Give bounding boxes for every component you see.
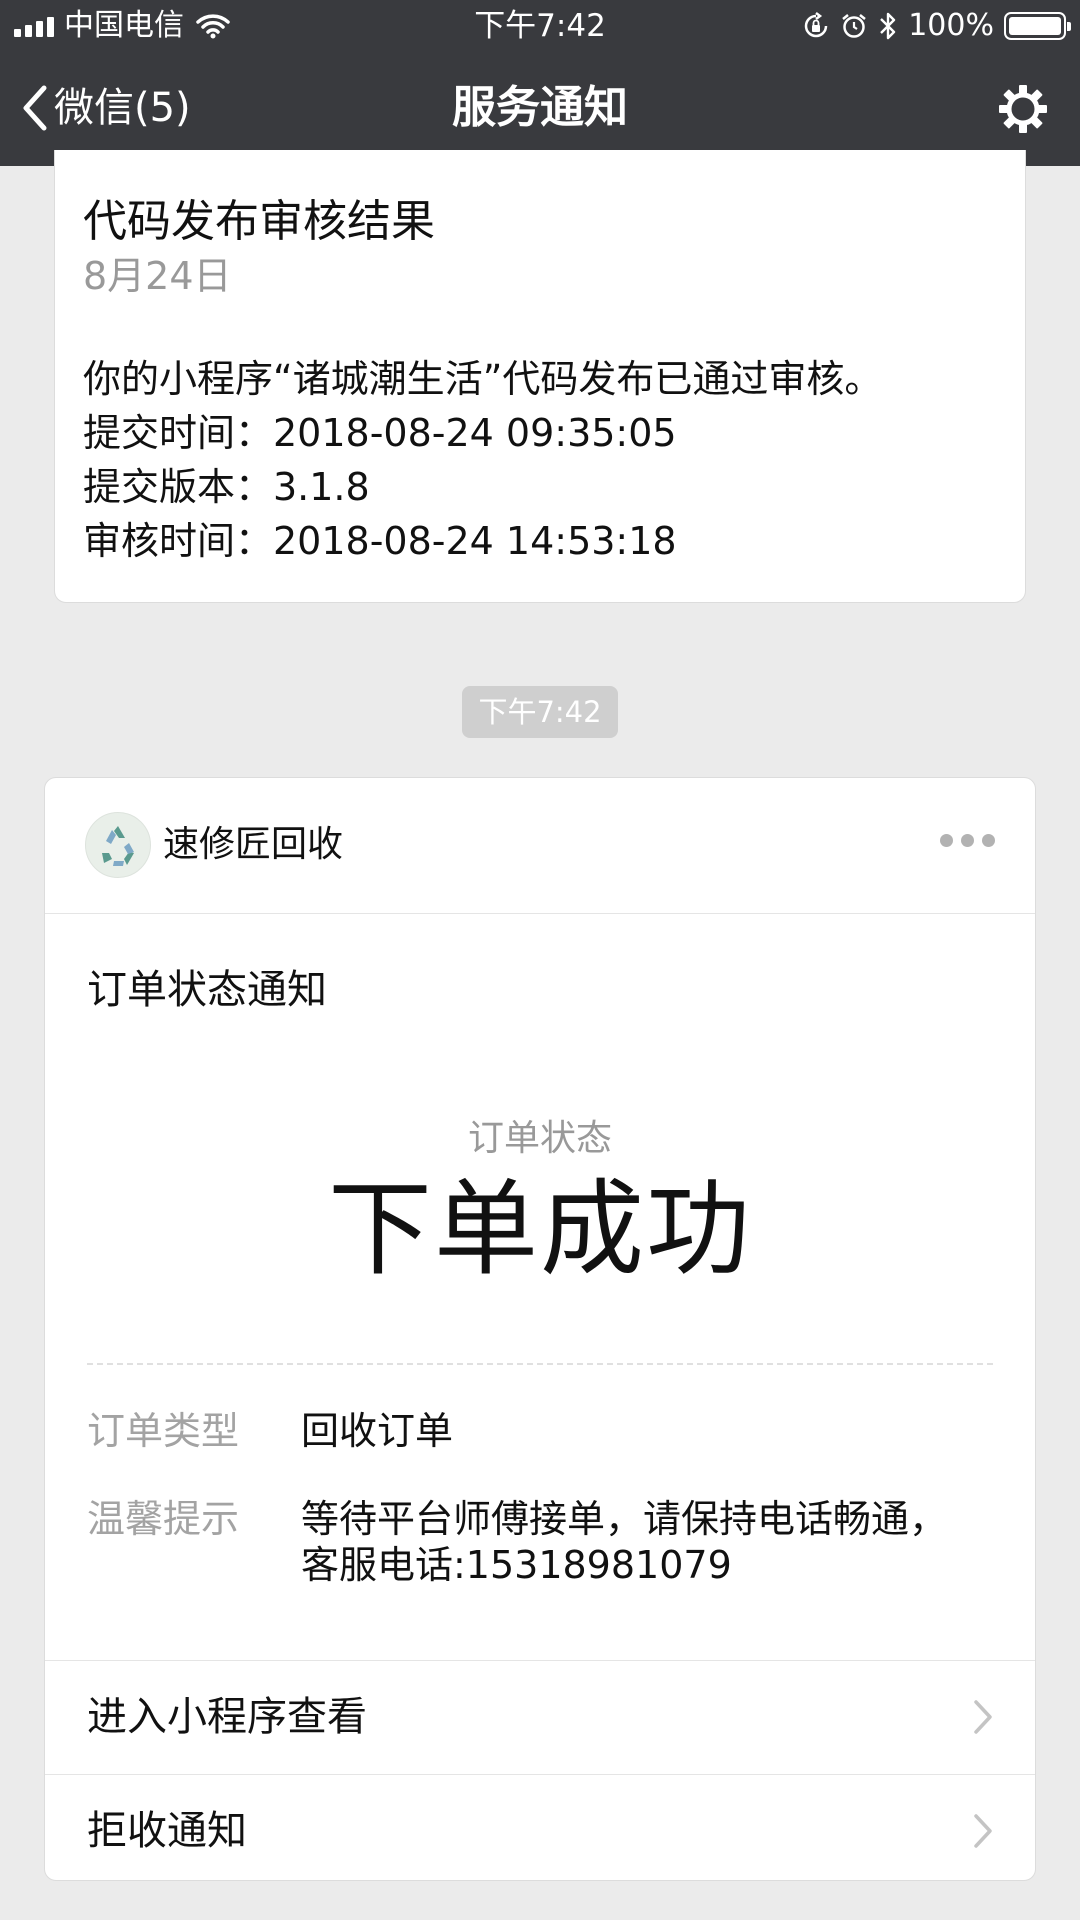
page-title: 服务通知: [452, 82, 628, 133]
card-line: 审核时间：2018-08-24 14:53:18: [83, 519, 677, 563]
chevron-right-icon: [974, 1814, 992, 1848]
app-name: 速修匠回收: [163, 824, 344, 865]
field-key: 订单类型: [87, 1409, 240, 1453]
field-value-line: 等待平台师傅接单，请保持电话畅通，: [301, 1497, 948, 1541]
order-status-card: 速修匠回收 订单状态通知 订单状态 下单成功 订单类型 回收订单 温馨提示 等待…: [44, 777, 1036, 1881]
card-body: 你的小程序“诸城潮生活”代码发布已通过审核。 提交时间：2018-08-24 0…: [83, 352, 882, 568]
link-label: 进入小程序查看: [87, 1694, 367, 1740]
gear-icon: [999, 85, 1047, 133]
field-value: 等待平台师傅接单，请保持电话畅通， 客服电话:15318981079: [301, 1496, 947, 1588]
field-tip: 温馨提示 等待平台师傅接单，请保持电话畅通， 客服电话:15318981079: [87, 1496, 993, 1588]
settings-button[interactable]: [996, 82, 1050, 140]
card-title: 代码发布审核结果: [83, 196, 435, 247]
more-icon[interactable]: [940, 834, 995, 847]
status-label: 订单状态: [467, 1118, 612, 1159]
dashed-divider: [87, 1363, 993, 1365]
field-key: 温馨提示: [87, 1497, 240, 1541]
reject-notification-link[interactable]: 拒收通知: [45, 1774, 1035, 1888]
field-value-line: 客服电话:15318981079: [301, 1543, 732, 1587]
field-value: 回收订单: [301, 1409, 454, 1453]
chevron-right-icon: [974, 1700, 992, 1734]
card-header[interactable]: 速修匠回收: [45, 778, 1035, 914]
review-result-card[interactable]: 代码发布审核结果 8月24日 你的小程序“诸城潮生活”代码发布已通过审核。 提交…: [54, 150, 1026, 603]
app-avatar: [85, 812, 151, 878]
recycle-icon: [102, 826, 134, 866]
message-timestamp: 下午7:42: [462, 686, 618, 738]
bluetooth-icon: [880, 12, 896, 40]
battery-fill: [1009, 17, 1061, 35]
card-line: 提交时间：2018-08-24 09:35:05: [83, 411, 677, 455]
notification-title: 订单状态通知: [87, 967, 327, 1013]
card-line: 你的小程序“诸城潮生活”代码发布已通过审核。: [83, 357, 883, 401]
link-label: 拒收通知: [87, 1808, 247, 1854]
battery-icon: [1004, 12, 1071, 40]
status-value: 下单成功: [327, 1168, 752, 1290]
card-line: 提交版本：3.1.8: [83, 465, 370, 509]
status-bar-right: 100%: [802, 6, 1071, 46]
alarm-icon: [842, 14, 866, 38]
status-bar: 中国电信 下午7:42 100%: [0, 0, 1080, 52]
card-date: 8月24日: [83, 254, 232, 298]
field-order-type: 订单类型 回收订单: [87, 1408, 993, 1454]
nav-bar: 微信(5) 服务通知: [0, 52, 1080, 166]
battery-percent: 100%: [908, 8, 994, 43]
rotation-lock-icon: [804, 12, 828, 38]
open-mini-program-link[interactable]: 进入小程序查看: [45, 1660, 1035, 1774]
